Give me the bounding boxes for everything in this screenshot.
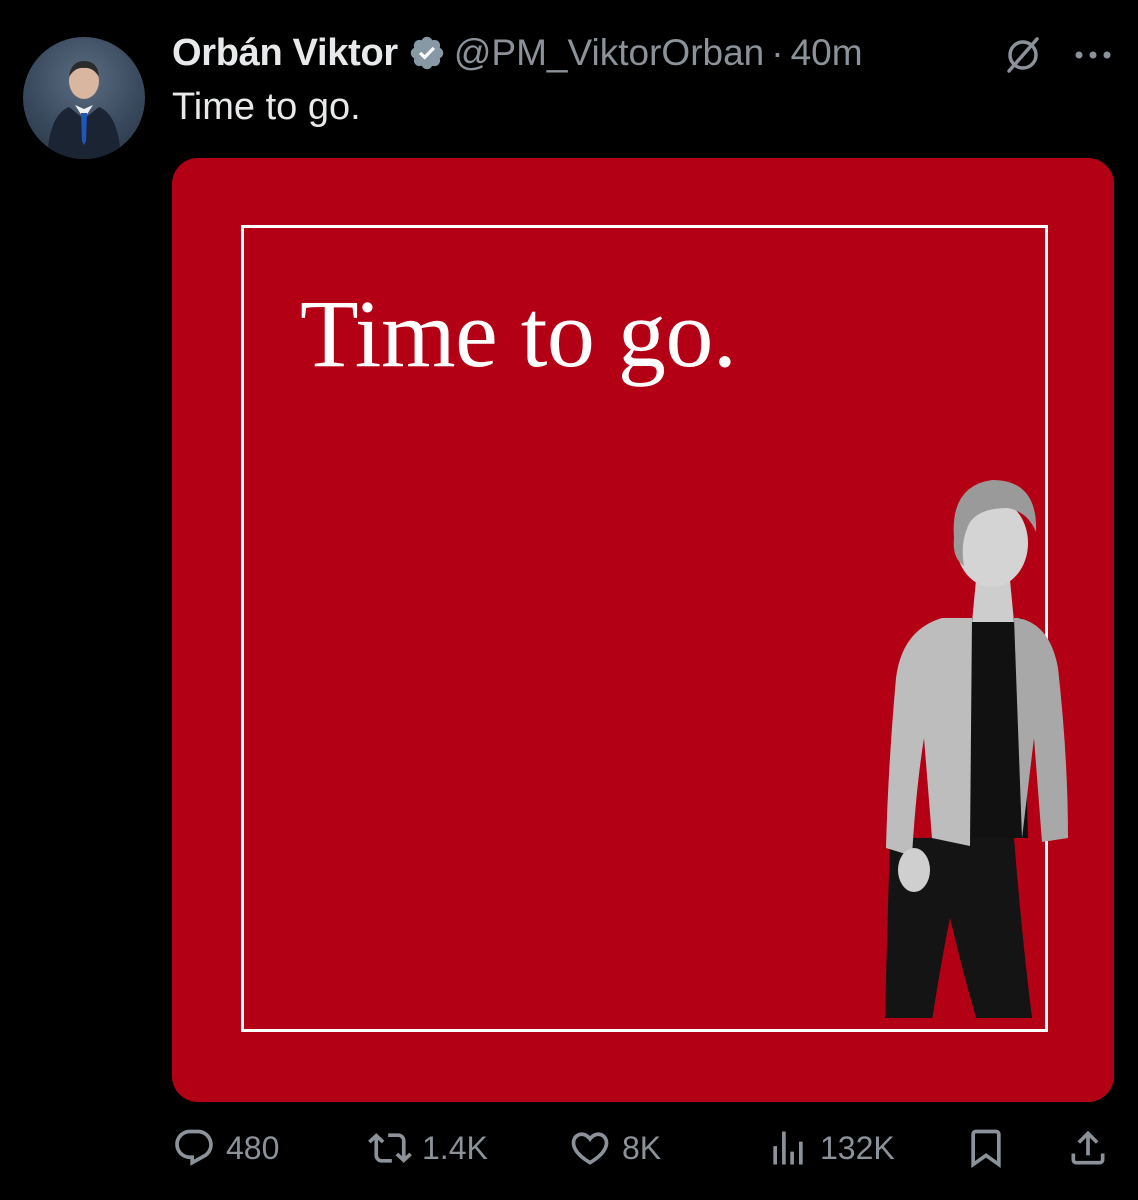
timestamp[interactable]: 40m: [791, 32, 863, 74]
image-headline: Time to go.: [300, 280, 737, 387]
like-button[interactable]: 8K: [568, 1120, 661, 1176]
like-count: 8K: [622, 1129, 662, 1166]
views-button[interactable]: 132K: [766, 1120, 895, 1176]
share-icon: [1071, 1130, 1105, 1165]
views-icon: [773, 1131, 803, 1165]
separator-dot: ·: [771, 32, 784, 73]
retweet-button[interactable]: 1.4K: [368, 1120, 488, 1176]
verified-badge-icon: [410, 36, 444, 70]
retweet-icon: [368, 1133, 412, 1163]
bookmark-button[interactable]: [964, 1120, 1008, 1176]
views-count: 132K: [820, 1129, 895, 1166]
walking-woman-cutout: [872, 318, 1112, 1018]
tweet-text: Time to go.: [172, 86, 361, 128]
heart-icon: [571, 1132, 609, 1165]
reply-icon: [175, 1129, 213, 1166]
share-button[interactable]: [1066, 1120, 1110, 1176]
avatar[interactable]: [23, 37, 145, 159]
reply-button[interactable]: 480: [172, 1120, 279, 1176]
author-name[interactable]: Orbán Viktor: [172, 32, 398, 75]
retweet-count: 1.4K: [422, 1129, 488, 1166]
tweet: Orbán Viktor @PM_ViktorOrban · 40m Time …: [0, 0, 1138, 1200]
avatar-portrait: [47, 61, 121, 159]
author-handle[interactable]: @PM_ViktorOrban: [454, 32, 764, 74]
tweet-media-image[interactable]: Time to go.: [172, 158, 1114, 1102]
tweet-header: Orbán Viktor @PM_ViktorOrban · 40m: [172, 28, 863, 78]
bookmark-icon: [971, 1129, 1001, 1169]
more-icon[interactable]: [1068, 32, 1118, 78]
grok-icon[interactable]: [1000, 32, 1046, 78]
action-bar: 480 1.4K 8K 132K: [0, 1120, 1138, 1176]
reply-count: 480: [226, 1129, 280, 1166]
